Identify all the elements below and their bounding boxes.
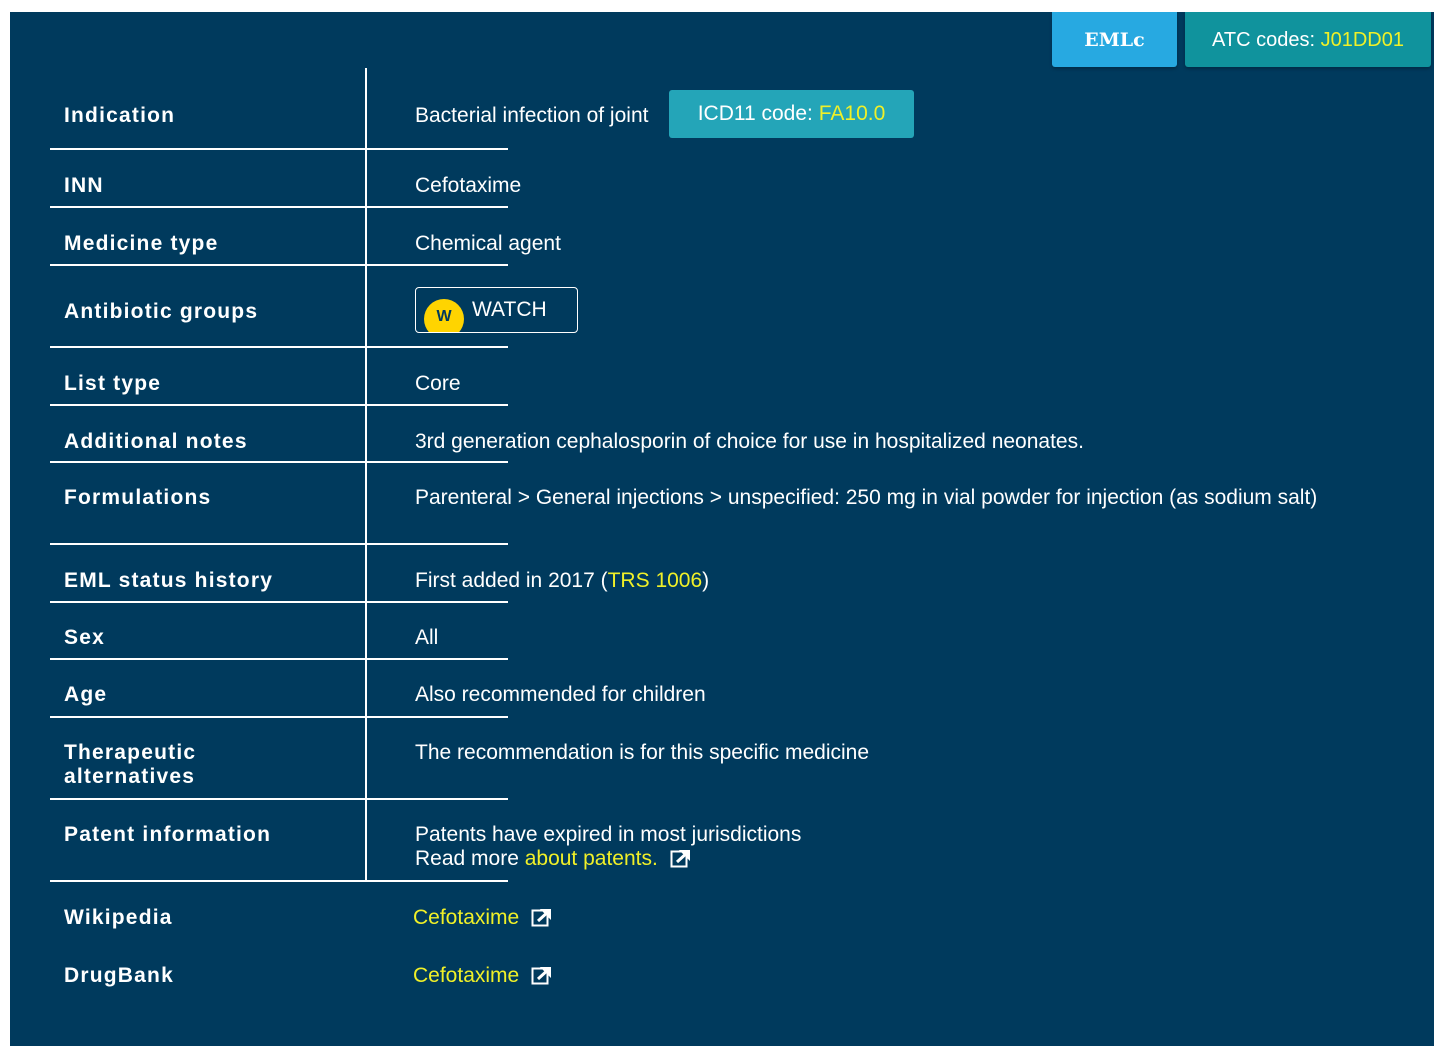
atc-codes-badge: ATC codes: J01DD01	[1185, 12, 1431, 67]
row-drugbank: DrugBank Cefotaxime	[50, 940, 1420, 998]
atc-code-link[interactable]: J01DD01	[1321, 29, 1404, 51]
row-label: Formulations	[64, 486, 212, 509]
row-label: Sex	[64, 626, 105, 649]
trs-link[interactable]: TRS 1006	[608, 569, 703, 592]
drugbank-value: Cefotaxime	[413, 964, 1413, 988]
wikipedia-link[interactable]: Cefotaxime	[413, 906, 519, 929]
row-label: DrugBank	[64, 964, 174, 987]
eml-status-prefix: First added in 2017 (	[415, 569, 608, 592]
external-link-icon[interactable]	[670, 849, 690, 868]
patent-read-more: Read more	[415, 847, 525, 870]
watch-circle-icon: W	[424, 299, 464, 332]
patent-line1: Patents have expired in most jurisdictio…	[415, 823, 802, 846]
row-label: List type	[64, 372, 162, 395]
row-patent-information: Patent information Patents have expired …	[50, 800, 1420, 882]
icd11-code-badge: ICD11 code: FA10.0	[669, 90, 914, 138]
row-list-type: List type Core	[50, 348, 1420, 406]
row-label: Indication	[64, 104, 176, 127]
formulations-value: Parenteral > General injections > unspec…	[415, 486, 1318, 509]
eml-badge[interactable]: EMLc	[1052, 12, 1177, 67]
row-label: Medicine type	[64, 232, 219, 255]
medicine-type-value: Chemical agent	[415, 232, 561, 255]
row-label: Antibiotic groups	[64, 300, 259, 323]
drugbank-link[interactable]: Cefotaxime	[413, 964, 519, 987]
row-inn: INN Cefotaxime	[50, 150, 1420, 208]
eml-badge-label: EMLc	[1084, 29, 1145, 51]
row-additional-notes: Additional notes 3rd generation cephalos…	[50, 406, 1420, 463]
row-label: Age	[64, 683, 108, 706]
therapeutic-alternatives-value: The recommendation is for this specific …	[415, 741, 870, 764]
eml-status-value: First added in 2017 (TRS 1006)	[415, 569, 1415, 593]
external-link-icon[interactable]	[531, 966, 552, 985]
row-formulations: Formulations Parenteral > General inject…	[50, 463, 1420, 545]
sex-value: All	[415, 626, 439, 649]
row-age: Age Also recommended for children	[50, 660, 1420, 718]
row-label: INN	[64, 174, 104, 197]
external-link-icon[interactable]	[531, 908, 552, 927]
row-sex: Sex All	[50, 603, 1420, 660]
wikipedia-value: Cefotaxime	[413, 906, 1413, 930]
watch-letter: W	[436, 308, 452, 325]
medicine-detail-panel: EMLc ATC codes: J01DD01 Indication Bacte…	[10, 12, 1434, 1046]
age-value: Also recommended for children	[415, 683, 706, 706]
row-label-line1: Therapeutic	[64, 741, 197, 764]
icd11-label: ICD11 code:	[697, 102, 819, 125]
row-therapeutic-alternatives: Therapeutic alternatives The recommendati…	[50, 718, 1420, 800]
list-type-value: Core	[415, 372, 461, 395]
row-label: Patent information	[64, 823, 272, 846]
inn-value: Cefotaxime	[415, 174, 522, 197]
row-label-line2: alternatives	[64, 765, 196, 788]
row-label: Additional notes	[64, 430, 248, 453]
patent-value: Patents have expired in most jurisdictio…	[415, 823, 1415, 871]
about-patents-link[interactable]: about patents.	[525, 847, 658, 870]
row-label: Therapeutic alternatives	[64, 741, 196, 789]
indication-value: Bacterial infection of joint	[415, 104, 649, 127]
watch-label: WATCH	[472, 298, 547, 321]
icd11-code-link[interactable]: FA10.0	[819, 102, 886, 125]
row-eml-status-history: EML status history First added in 2017 (…	[50, 545, 1420, 603]
additional-notes-value: 3rd generation cephalosporin of choice f…	[415, 430, 1084, 453]
eml-status-suffix: )	[702, 569, 710, 592]
atc-codes-label: ATC codes:	[1212, 29, 1321, 51]
row-wikipedia: Wikipedia Cefotaxime	[50, 882, 1420, 940]
watch-group-badge[interactable]: W WATCH	[415, 287, 578, 333]
row-medicine-type: Medicine type Chemical agent	[50, 208, 1420, 266]
row-antibiotic-groups: Antibiotic groups	[50, 266, 1420, 348]
patent-line2: Read more about patents.	[415, 847, 1415, 871]
row-label: Wikipedia	[64, 906, 173, 929]
row-label: EML status history	[64, 569, 274, 592]
